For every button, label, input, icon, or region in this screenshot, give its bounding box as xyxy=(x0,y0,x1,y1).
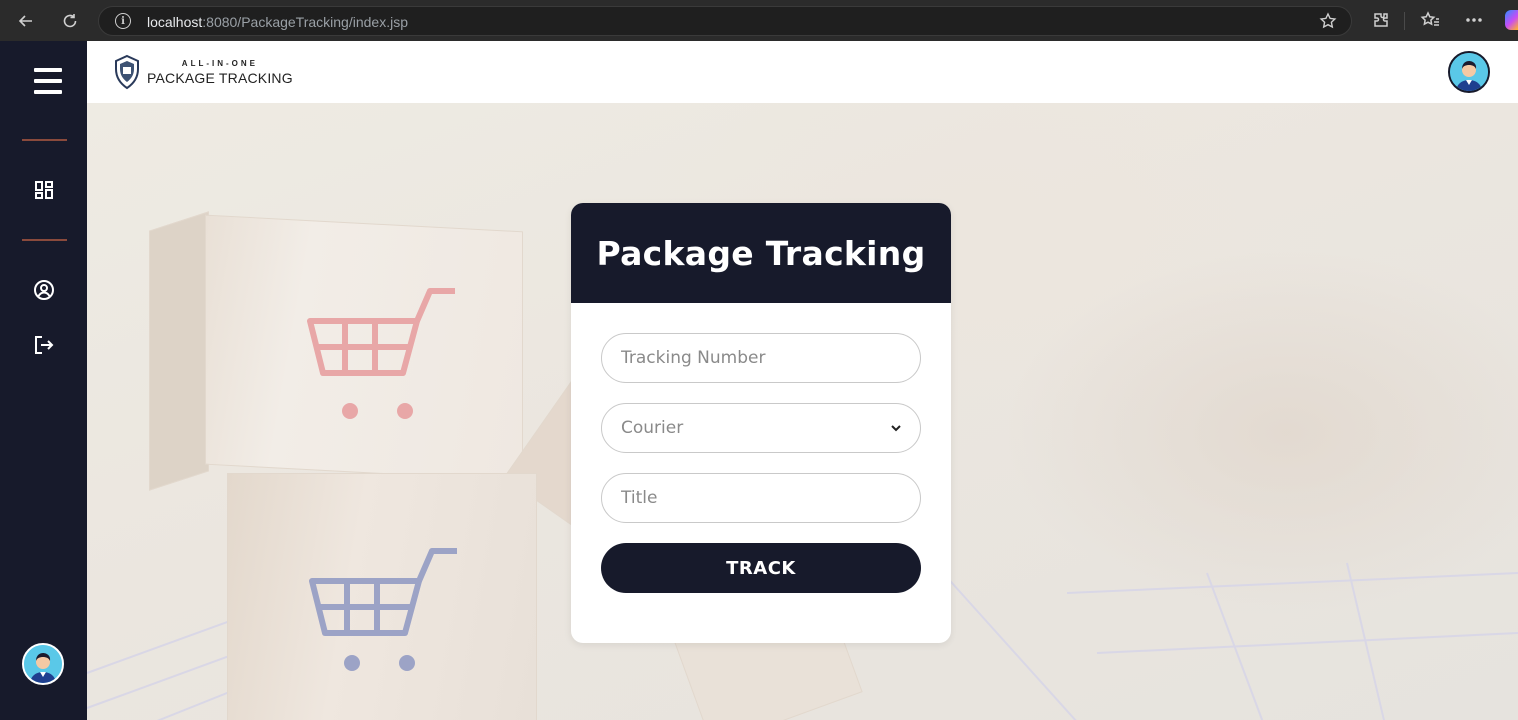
shopping-cart-icon xyxy=(309,548,457,671)
sidebar xyxy=(0,41,87,720)
app-logo[interactable]: ALL-IN-ONE PACKAGE TRACKING xyxy=(113,53,293,91)
favorites-icon[interactable] xyxy=(1419,9,1441,31)
menu-toggle-icon[interactable] xyxy=(34,68,62,94)
url-text[interactable]: localhost:8080/PackageTracking/index.jsp xyxy=(147,14,408,30)
app-header: ALL-IN-ONE PACKAGE TRACKING xyxy=(87,41,1518,103)
copilot-icon[interactable] xyxy=(1505,10,1518,30)
title-input[interactable] xyxy=(601,473,921,523)
tracking-card: Package Tracking Courier TRACK xyxy=(571,203,951,643)
account-circle-icon[interactable] xyxy=(33,279,55,301)
courier-select[interactable]: Courier xyxy=(601,403,921,453)
browser-toolbar: i localhost:8080/PackageTracking/index.j… xyxy=(0,0,1518,41)
box-illustration xyxy=(149,211,209,491)
dashboard-icon[interactable] xyxy=(33,179,55,201)
toolbar-divider xyxy=(1404,12,1405,30)
avatar[interactable] xyxy=(22,643,64,685)
logo-tagline: ALL-IN-ONE xyxy=(181,58,259,68)
tracking-number-input[interactable] xyxy=(601,333,921,383)
extensions-icon[interactable] xyxy=(1370,9,1392,31)
card-header: Package Tracking xyxy=(571,203,951,303)
sidebar-divider xyxy=(22,139,67,141)
logo-emblem-icon xyxy=(115,54,139,90)
header-avatar[interactable] xyxy=(1448,51,1490,93)
chevron-down-icon xyxy=(891,425,901,432)
courier-select-value: Courier xyxy=(621,418,684,438)
address-bar[interactable]: i localhost:8080/PackageTracking/index.j… xyxy=(98,6,1352,36)
back-icon[interactable] xyxy=(14,9,38,33)
logout-icon[interactable] xyxy=(33,334,55,356)
more-options-icon[interactable] xyxy=(1463,9,1485,31)
favorite-star-icon[interactable] xyxy=(1319,12,1337,34)
sidebar-divider xyxy=(22,239,67,241)
page-title: Package Tracking xyxy=(596,233,926,273)
site-info-icon[interactable]: i xyxy=(115,13,131,29)
shopping-cart-icon xyxy=(307,288,455,419)
track-button[interactable]: TRACK xyxy=(601,543,921,593)
reload-icon[interactable] xyxy=(58,9,82,33)
logo-title: PACKAGE TRACKING xyxy=(147,69,293,86)
